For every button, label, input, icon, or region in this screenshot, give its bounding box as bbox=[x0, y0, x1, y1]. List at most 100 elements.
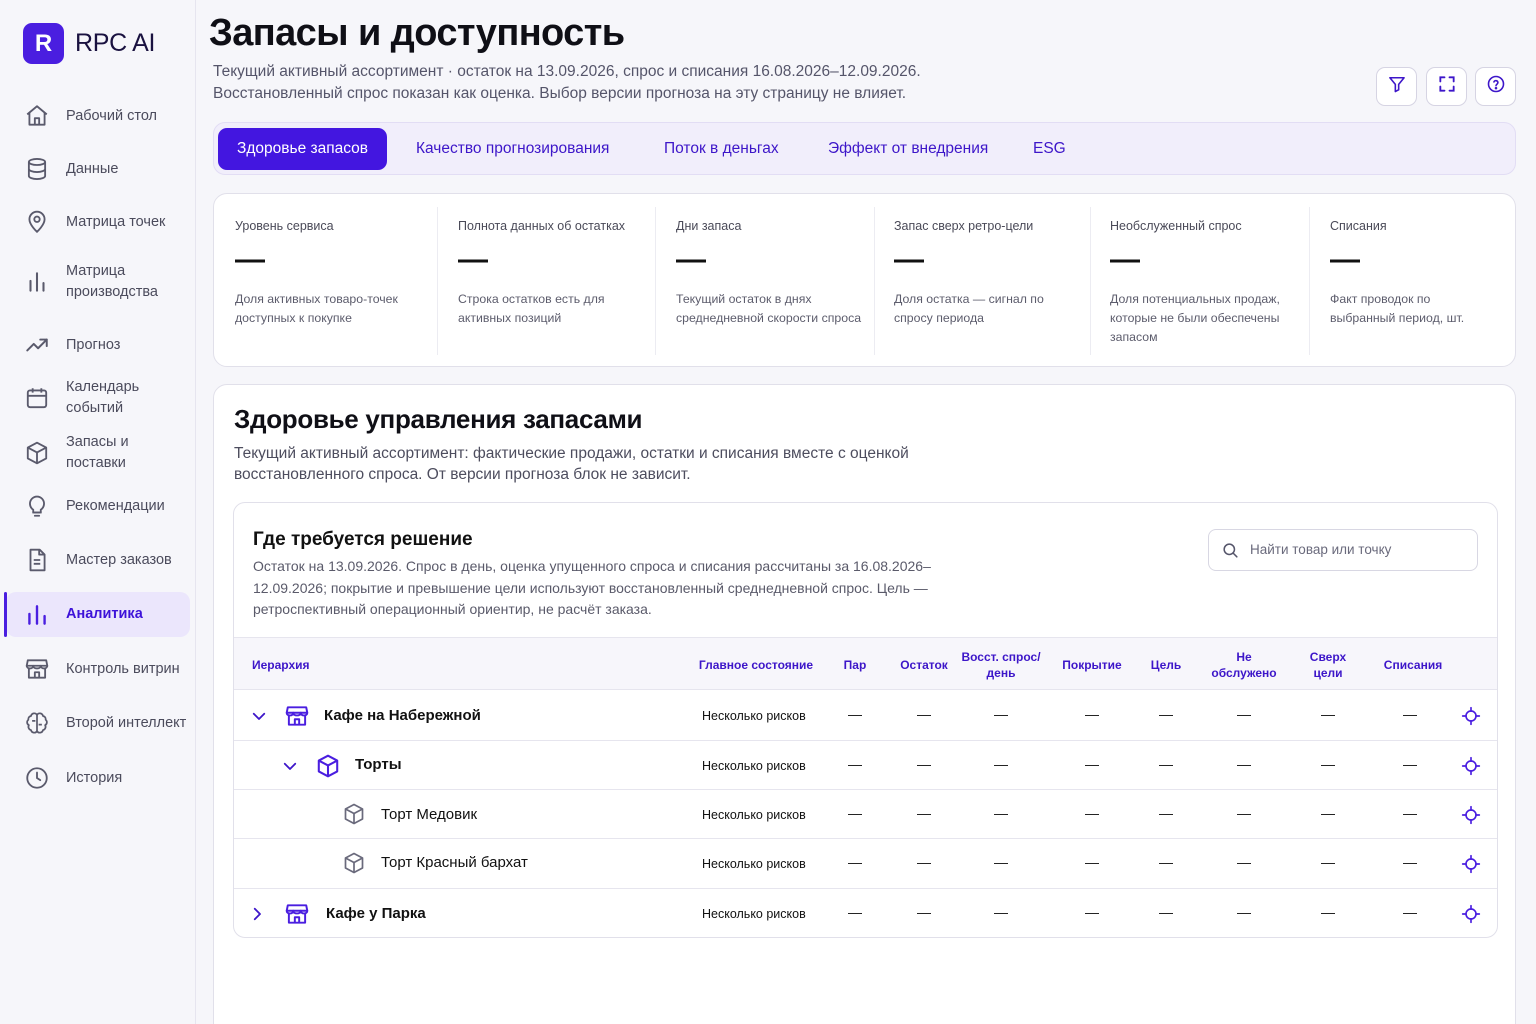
sidebar-item-shelf-control[interactable]: Контроль витрин bbox=[6, 647, 190, 691]
column-header[interactable]: Остаток bbox=[894, 657, 954, 673]
brand[interactable]: R RPC AI bbox=[23, 23, 155, 64]
tab-esg[interactable]: ESG bbox=[1033, 128, 1066, 170]
crosshair-icon[interactable] bbox=[1461, 756, 1481, 781]
column-header[interactable]: Восст. спрос/день bbox=[961, 649, 1041, 681]
kpi-divider bbox=[437, 207, 438, 355]
kpi-label: Списания bbox=[1330, 219, 1387, 233]
sidebar-item-second-intellect[interactable]: Второй интеллект bbox=[6, 701, 190, 745]
row-status: Несколько рисков bbox=[702, 857, 806, 871]
cell-par: — bbox=[848, 805, 862, 821]
table-row[interactable]: Кафе у Парка Несколько рисков — — — — — … bbox=[234, 889, 1497, 937]
sidebar-item-label: Аналитика bbox=[66, 606, 143, 622]
row-name: Кафе на Набережной bbox=[324, 707, 481, 724]
cell-unserved: — bbox=[1237, 854, 1251, 870]
column-header[interactable]: Цель bbox=[1146, 657, 1186, 673]
sidebar-item-data[interactable]: Данные bbox=[6, 147, 190, 191]
kpi-label: Запас сверх ретро-цели bbox=[894, 219, 1034, 233]
sidebar-item-label: Прогноз bbox=[66, 336, 121, 353]
box-icon bbox=[315, 753, 341, 784]
sidebar-item-stock[interactable]: Запасы и поставки bbox=[6, 431, 190, 475]
crosshair-icon[interactable] bbox=[1461, 805, 1481, 830]
clock-icon bbox=[23, 764, 51, 792]
sidebar-item-calendar[interactable]: Календарь событий bbox=[6, 376, 190, 420]
column-header[interactable]: Не обслужено bbox=[1209, 649, 1279, 681]
store-icon bbox=[284, 901, 310, 932]
sidebar-item-points-matrix[interactable]: Матрица точек bbox=[6, 200, 190, 244]
sidebar-item-production-matrix[interactable]: Матрица производства bbox=[6, 258, 190, 306]
crosshair-icon[interactable] bbox=[1461, 904, 1481, 929]
sidebar-item-label: Данные bbox=[66, 160, 119, 177]
help-button[interactable] bbox=[1475, 67, 1516, 106]
cell-over-target: — bbox=[1321, 756, 1335, 772]
column-header[interactable]: Списания bbox=[1374, 657, 1452, 673]
tab-stock-health[interactable]: Здоровье запасов bbox=[218, 128, 388, 170]
chevron-down-icon[interactable] bbox=[281, 757, 299, 780]
sidebar-item-history[interactable]: История bbox=[6, 756, 190, 800]
crosshair-icon[interactable] bbox=[1461, 706, 1481, 731]
kpi-over-target-stock: Запас сверх ретро-цели — Доля остатка — … bbox=[894, 207, 1084, 355]
box-icon bbox=[342, 851, 366, 880]
sidebar-item-order-master[interactable]: Мастер заказов bbox=[6, 538, 190, 582]
row-name: Торт Медовик bbox=[381, 806, 478, 823]
column-header[interactable]: Пар bbox=[835, 657, 875, 673]
store-icon bbox=[284, 703, 310, 734]
brain-icon bbox=[23, 709, 51, 737]
kpi-divider bbox=[655, 207, 656, 355]
sidebar-item-label: История bbox=[66, 769, 123, 786]
table-row[interactable]: Кафе на Набережной Несколько рисков — — … bbox=[234, 690, 1497, 741]
table-row[interactable]: Торт Красный бархат Несколько рисков — —… bbox=[234, 839, 1497, 889]
tab-money-flow[interactable]: Поток в деньгах bbox=[664, 128, 779, 170]
sidebar-item-analytics[interactable]: Аналитика bbox=[6, 592, 190, 637]
kpi-value: — bbox=[676, 243, 706, 276]
page-title: Запасы и доступность bbox=[209, 12, 625, 54]
sidebar-item-label: Рабочий стол bbox=[66, 107, 158, 124]
trend-icon bbox=[23, 331, 51, 359]
sidebar-item-label: Второй интеллект bbox=[66, 714, 187, 731]
cell-stock: — bbox=[917, 706, 931, 722]
filter-icon bbox=[1387, 74, 1407, 99]
inventory-health-card: Здоровье управления запасами Текущий акт… bbox=[213, 384, 1516, 1024]
table-row[interactable]: Торт Медовик Несколько рисков — — — — — … bbox=[234, 790, 1497, 839]
sidebar-item-label: Матрица точек bbox=[66, 213, 166, 230]
tab-implementation-effect[interactable]: Эффект от внедрения bbox=[828, 128, 988, 170]
row-status: Несколько рисков bbox=[702, 759, 806, 773]
cell-unserved: — bbox=[1237, 706, 1251, 722]
column-header[interactable]: Сверх цели bbox=[1302, 649, 1354, 681]
sidebar-item-forecast[interactable]: Прогноз bbox=[6, 323, 190, 367]
kpi-write-offs: Списания — Факт проводок по выбранный пе… bbox=[1330, 207, 1500, 355]
kpi-stock-data-completeness: Полнота данных об остатках — Строка оста… bbox=[458, 207, 658, 355]
analytics-icon bbox=[23, 601, 51, 629]
cell-unserved: — bbox=[1237, 756, 1251, 772]
filter-button[interactable] bbox=[1376, 67, 1417, 106]
cell-over-target: — bbox=[1321, 904, 1335, 920]
cell-demand: — bbox=[994, 805, 1008, 821]
sidebar-item-label: Календарь событий bbox=[66, 379, 140, 416]
search-input[interactable]: Найти товар или точку bbox=[1208, 529, 1478, 571]
calendar-icon bbox=[23, 384, 51, 412]
cell-stock: — bbox=[917, 805, 931, 821]
sidebar-item-desktop[interactable]: Рабочий стол bbox=[6, 94, 190, 138]
table-row[interactable]: Торты Несколько рисков — — — — — — — — bbox=[234, 741, 1497, 790]
chevron-down-icon[interactable] bbox=[250, 707, 268, 730]
cell-target: — bbox=[1159, 805, 1173, 821]
kpi-desc: Доля активных товаро-точек доступных к п… bbox=[235, 292, 398, 325]
active-indicator bbox=[4, 592, 7, 637]
sidebar-item-recommendations[interactable]: Рекомендации bbox=[6, 484, 190, 528]
chevron-right-icon[interactable] bbox=[248, 905, 266, 928]
crosshair-icon[interactable] bbox=[1461, 854, 1481, 879]
tab-forecast-quality[interactable]: Качество прогнозирования bbox=[416, 128, 609, 170]
card-description: Текущий активный ассортимент: фактически… bbox=[234, 445, 909, 483]
kpi-desc: Факт проводок по выбранный период, шт. bbox=[1330, 292, 1465, 325]
column-header[interactable]: Иерархия bbox=[252, 657, 310, 673]
cell-write-offs: — bbox=[1403, 854, 1417, 870]
kpi-value: — bbox=[458, 243, 488, 276]
cell-coverage: — bbox=[1085, 805, 1099, 821]
card-title: Здоровье управления запасами bbox=[234, 404, 643, 434]
cell-over-target: — bbox=[1321, 854, 1335, 870]
kpi-unserved-demand: Необслуженный спрос — Доля потенциальных… bbox=[1110, 207, 1310, 355]
column-header[interactable]: Главное состояние bbox=[692, 657, 820, 673]
cell-coverage: — bbox=[1085, 756, 1099, 772]
row-name: Торты bbox=[355, 756, 402, 773]
fullscreen-button[interactable] bbox=[1426, 67, 1467, 106]
column-header[interactable]: Покрытие bbox=[1056, 657, 1128, 673]
